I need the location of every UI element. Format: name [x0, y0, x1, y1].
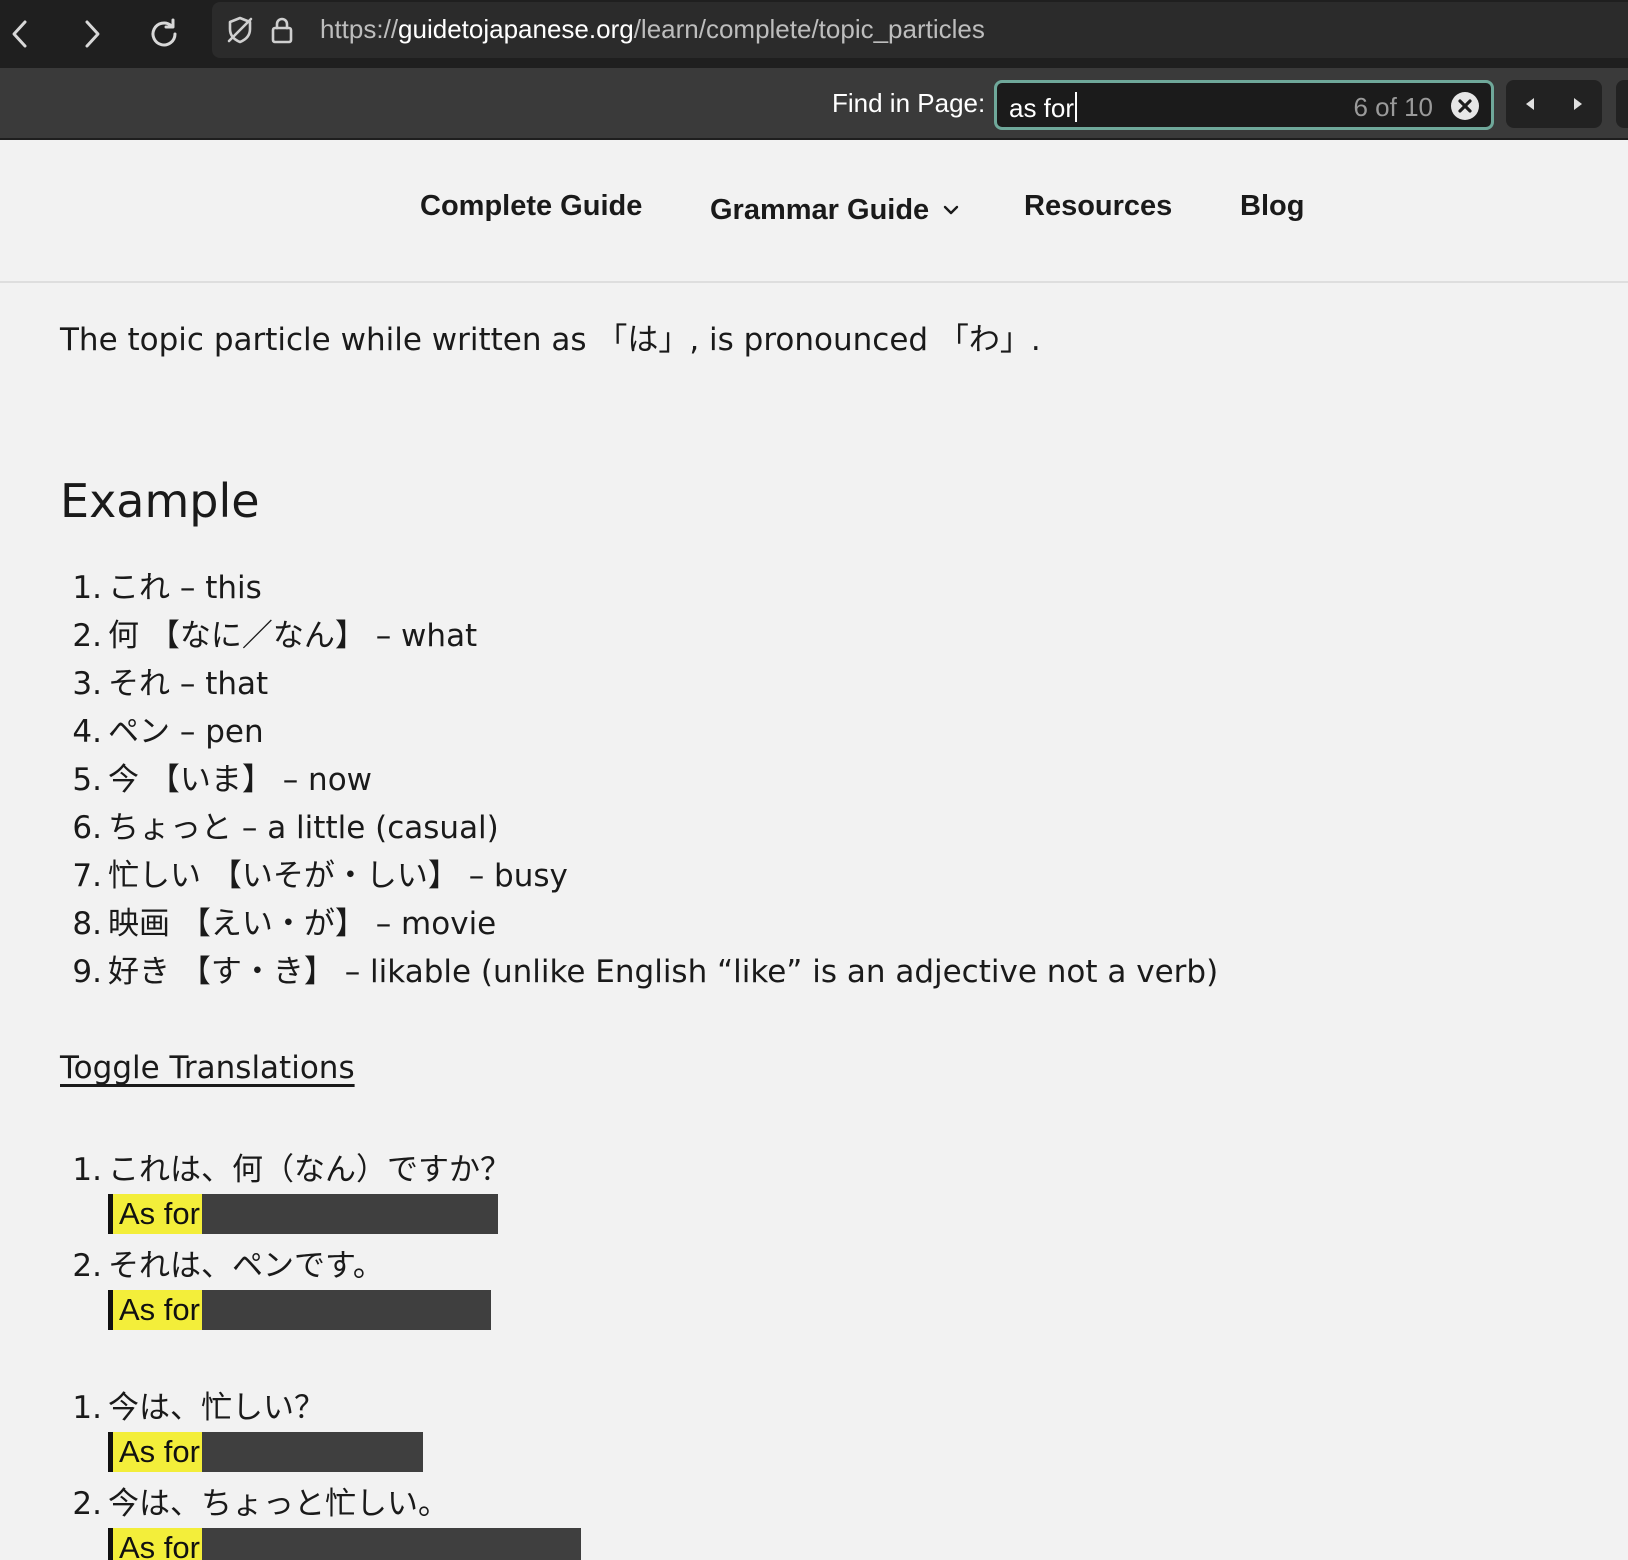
example-japanese: それは、ペンです。: [108, 1248, 384, 1284]
find-next-button[interactable]: [1554, 80, 1602, 128]
nav-blog[interactable]: Blog: [1240, 190, 1304, 223]
list-number: 9.: [72, 954, 102, 990]
find-options-button[interactable]: [1616, 80, 1628, 128]
vocab-text: ちょっと – a little (casual): [108, 810, 499, 846]
close-icon: [1458, 99, 1472, 113]
vocab-text: 好き 【す・き】 – likable (unlike English “like…: [108, 954, 1219, 990]
example-japanese: 今は、忙しい？: [108, 1390, 325, 1426]
list-number: 2.: [72, 1248, 102, 1284]
chevron-right-icon: [85, 20, 100, 48]
vocab-text: 何 【なに／なん】 – what: [108, 618, 478, 654]
find-input[interactable]: as for 6 of 10: [994, 80, 1494, 130]
find-previous-button[interactable]: [1506, 80, 1554, 128]
nav-grammar-guide[interactable]: Grammar Guide: [710, 190, 959, 227]
list-number: 3.: [72, 666, 102, 702]
chevron-left-icon: [12, 20, 27, 48]
clear-find-button[interactable]: [1451, 92, 1479, 120]
list-number: 4.: [72, 714, 102, 750]
intro-paragraph: The topic particle while written as 「は」,…: [60, 322, 1041, 358]
nav-resources[interactable]: Resources: [1024, 190, 1172, 223]
vocabulary-list: 1. これ – this 2. 何 【なに／なん】 – what 3. それ – th…: [60, 564, 1218, 996]
list-item: 1. 今は、忙しい？ As for: [60, 1384, 581, 1472]
triangle-left-icon: [1526, 98, 1534, 110]
list-item: 5. 今 【いま】 – now: [60, 756, 1218, 804]
list-number: 2.: [72, 618, 102, 654]
example-list-a: 1. これは、何（なん）ですか？ As for 2. それは、ペンです。 As …: [60, 1146, 511, 1338]
find-bar: Find in Page: as for 6 of 10: [0, 68, 1628, 140]
back-button[interactable]: [0, 8, 46, 60]
reload-icon: [151, 18, 177, 47]
site-navigation: Complete Guide Grammar Guide Resources B…: [0, 140, 1628, 283]
list-item: 2. 今は、ちょっと忙しい。 As for: [60, 1480, 581, 1560]
list-number: 2.: [72, 1486, 102, 1522]
forward-button[interactable]: [66, 8, 118, 60]
url-path: /learn/complete/topic_particles: [633, 14, 985, 44]
find-highlight: As for: [113, 1528, 202, 1560]
hidden-translation[interactable]: As for: [108, 1290, 491, 1330]
find-highlight: As for: [113, 1432, 202, 1472]
nav-complete-guide[interactable]: Complete Guide: [420, 190, 642, 223]
tracking-protection-icon[interactable]: [222, 12, 258, 48]
vocab-text: 映画 【えい・が】 – movie: [108, 906, 497, 942]
vocab-text: 今 【いま】 – now: [108, 762, 373, 798]
find-highlight: As for: [113, 1290, 202, 1330]
list-number: 1.: [72, 1390, 102, 1426]
find-label: Find in Page:: [832, 88, 986, 118]
list-item: 6. ちょっと – a little (casual): [60, 804, 1218, 852]
vocab-text: これ – this: [108, 570, 262, 606]
example-japanese: 今は、ちょっと忙しい。: [108, 1486, 449, 1522]
list-item: 1. これ – this: [60, 564, 1218, 612]
list-number: 1.: [72, 570, 102, 606]
find-navigation: [1506, 80, 1602, 128]
list-item: 8. 映画 【えい・が】 – movie: [60, 900, 1218, 948]
browser-toolbar: https://guidetojapanese.org/learn/comple…: [0, 0, 1628, 68]
example-list-b: 1. 今は、忙しい？ As for 2. 今は、ちょっと忙しい。 As for: [60, 1384, 581, 1560]
toggle-translations-link[interactable]: Toggle Translations: [60, 1050, 355, 1086]
hidden-translation[interactable]: As for: [108, 1194, 498, 1234]
url-scheme: https://: [320, 14, 399, 44]
hidden-translation[interactable]: As for: [108, 1528, 581, 1560]
example-japanese: これは、何（なん）ですか？: [108, 1152, 511, 1188]
example-heading: Example: [60, 474, 260, 528]
list-number: 1.: [72, 1152, 102, 1188]
nav-grammar-guide-label: Grammar Guide: [710, 194, 930, 226]
list-number: 5.: [72, 762, 102, 798]
url-domain: guidetojapanese.org: [398, 14, 634, 44]
list-item: 9. 好き 【す・き】 – likable (unlike English “li…: [60, 948, 1218, 996]
reload-button[interactable]: [138, 8, 190, 60]
list-item: 2. 何 【なに／なん】 – what: [60, 612, 1218, 660]
vocab-text: それ – that: [108, 666, 269, 702]
find-match-count: 6 of 10: [1353, 92, 1433, 122]
find-query: as for: [1009, 92, 1077, 124]
hidden-translation[interactable]: As for: [108, 1432, 423, 1472]
triangle-right-icon: [1574, 98, 1582, 110]
address-bar[interactable]: https://guidetojapanese.org/learn/comple…: [212, 2, 1628, 58]
list-item: 7. 忙しい 【いそが・しい】 – busy: [60, 852, 1218, 900]
lock-icon[interactable]: [264, 12, 300, 48]
list-item: 1. これは、何（なん）ですか？ As for: [60, 1146, 511, 1234]
list-item: 3. それ – that: [60, 660, 1218, 708]
list-item: 2. それは、ペンです。 As for: [60, 1242, 511, 1330]
list-item: 4. ペン – pen: [60, 708, 1218, 756]
list-number: 8.: [72, 906, 102, 942]
chevron-down-icon: [943, 190, 959, 223]
list-number: 6.: [72, 810, 102, 846]
vocab-text: ペン – pen: [108, 714, 264, 750]
list-number: 7.: [72, 858, 102, 894]
find-highlight: As for: [113, 1194, 202, 1234]
vocab-text: 忙しい 【いそが・しい】 – busy: [108, 858, 568, 894]
url-text[interactable]: https://guidetojapanese.org/learn/comple…: [320, 14, 985, 45]
